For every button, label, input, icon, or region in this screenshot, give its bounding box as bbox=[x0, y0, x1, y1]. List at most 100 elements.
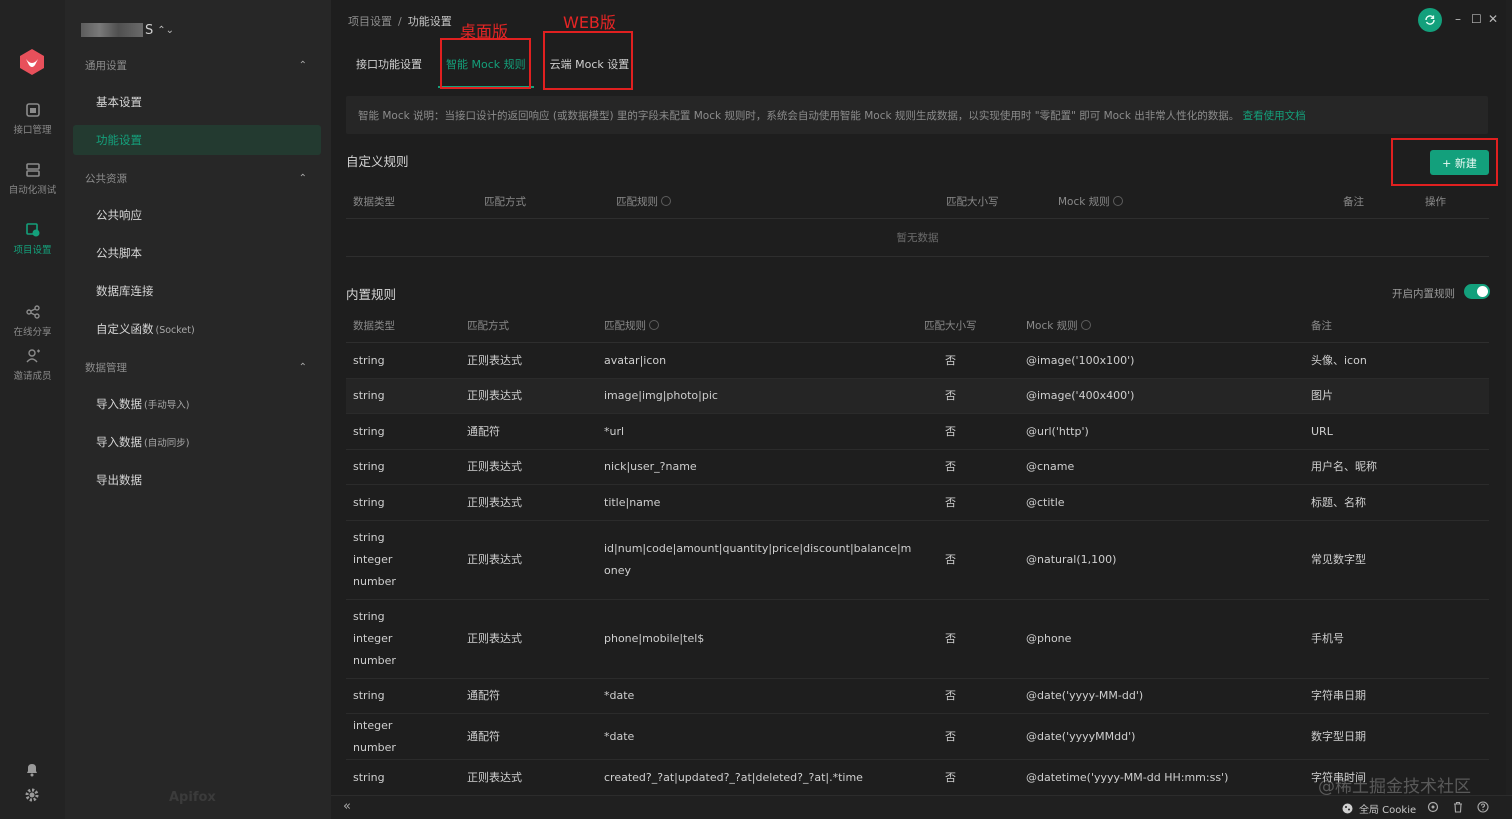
sidebar-item-export[interactable]: 导出数据 bbox=[73, 465, 321, 495]
cell-match-case: 否 bbox=[945, 553, 956, 566]
cell-match-method: 正则表达式 bbox=[467, 389, 522, 403]
scrollbar[interactable] bbox=[1506, 0, 1512, 795]
cell-match-method: 正则表达式 bbox=[467, 553, 522, 566]
cell-mock-rule: @natural(1,100) bbox=[1026, 553, 1117, 566]
sidebar-item-database[interactable]: 数据库连接 bbox=[73, 276, 321, 306]
switch-icon: ⌃⌄ bbox=[157, 24, 175, 36]
sidebar-item-custom-function[interactable]: 自定义函数 (Socket) bbox=[73, 314, 321, 344]
table-row[interactable]: string 通配符 *date 否 @date('yyyy-MM-dd') 字符串日期 bbox=[346, 679, 1489, 714]
table-row[interactable]: string 通配符 *url 否 @url('http') URL bbox=[346, 414, 1489, 450]
cell-note: 标题、名称 bbox=[1311, 495, 1366, 509]
cell-match-case: 否 bbox=[945, 770, 956, 784]
help-icon[interactable] bbox=[1477, 801, 1489, 813]
collapse-sidebar-button[interactable]: « bbox=[343, 799, 351, 814]
table-row[interactable]: string 正则表达式 title|name 否 @ctitle 标题、名称 bbox=[346, 485, 1489, 521]
docs-link[interactable]: 查看使用文档 bbox=[1243, 110, 1306, 122]
rail-label-project-settings: 项目设置 bbox=[13, 245, 52, 256]
gear-icon[interactable] bbox=[24, 787, 40, 803]
cell-data-type: string bbox=[353, 610, 385, 623]
cell-mock-rule: @url('http') bbox=[1026, 424, 1089, 438]
settings-sidebar: S ⌃⌄ 通用设置 ⌃ 基本设置 功能设置 公共资源 ⌃ 公共响应 公共脚本 数… bbox=[65, 0, 331, 819]
cell-match-case: 否 bbox=[945, 389, 956, 403]
cell-data-type: string bbox=[353, 531, 385, 544]
cell-note: 数字型日期 bbox=[1311, 730, 1366, 743]
refresh-icon bbox=[1425, 15, 1435, 25]
help-icon[interactable] bbox=[649, 320, 659, 330]
sidebar-item-label: 导入数据 bbox=[96, 435, 142, 449]
cell-match-rule: nick|user_?name bbox=[604, 460, 697, 474]
section-general[interactable]: 通用设置 ⌃ bbox=[85, 58, 307, 73]
sidebar-item-public-script[interactable]: 公共脚本 bbox=[73, 238, 321, 268]
col-match-method: 匹配方式 bbox=[467, 320, 509, 332]
cell-data-type: integer bbox=[353, 632, 393, 645]
cell-data-type: integer bbox=[353, 719, 393, 732]
cell-data-type: string bbox=[353, 460, 385, 474]
project-switcher[interactable]: S ⌃⌄ bbox=[81, 20, 174, 40]
sidebar-item-public-response[interactable]: 公共响应 bbox=[73, 200, 321, 230]
status-bar: « 全局 Cookie bbox=[331, 795, 1512, 819]
custom-rules-table: 数据类型 匹配方式 匹配规则 匹配大小写 Mock 规则 备注 操作 暂无数据 bbox=[346, 183, 1489, 257]
cell-match-rule: oney bbox=[604, 564, 631, 577]
cell-match-method: 通配符 bbox=[467, 689, 500, 703]
cell-match-method: 正则表达式 bbox=[467, 495, 522, 509]
cell-match-case: 否 bbox=[945, 353, 956, 367]
rail-item-share[interactable]: 在线分享 bbox=[0, 304, 65, 338]
annotation-box-web bbox=[543, 31, 633, 90]
cell-match-case: 否 bbox=[945, 689, 956, 703]
col-actions: 操作 bbox=[1425, 196, 1446, 208]
location-icon[interactable] bbox=[1427, 801, 1439, 813]
help-icon[interactable] bbox=[661, 196, 671, 206]
sidebar-item-import-manual[interactable]: 导入数据 (手动导入) bbox=[73, 389, 321, 419]
table-row[interactable]: integer number 通配符 *date 否 @date('yyyyMMdd') 数… bbox=[346, 714, 1489, 760]
help-icon[interactable] bbox=[1112, 196, 1123, 206]
global-cookie-button[interactable]: 全局 Cookie bbox=[1342, 801, 1416, 816]
breadcrumb: 项目设置 / 功能设置 bbox=[348, 13, 452, 29]
cell-data-type: integer bbox=[353, 553, 393, 566]
cell-mock-rule: @image('100x100') bbox=[1026, 353, 1135, 367]
cell-match-case: 否 bbox=[945, 730, 956, 743]
table-row[interactable]: string integer number 正则表达式 id|num|code|amou… bbox=[346, 521, 1489, 600]
bell-icon[interactable] bbox=[24, 761, 40, 777]
cell-match-method: 正则表达式 bbox=[467, 770, 522, 784]
api-icon bbox=[25, 103, 40, 117]
table-row[interactable]: string integer number 正则表达式 phone|mobile|tel… bbox=[346, 600, 1489, 679]
breadcrumb-separator: / bbox=[398, 15, 402, 28]
sidebar-item-sublabel: (自动同步) bbox=[144, 438, 190, 449]
tab-api-features[interactable]: 接口功能设置 bbox=[348, 48, 430, 88]
table-row[interactable]: string 正则表达式 nick|user_?name 否 @cname 用户名、昵称 bbox=[346, 450, 1489, 485]
cell-data-type: number bbox=[353, 741, 396, 754]
section-public-resources[interactable]: 公共资源 ⌃ bbox=[85, 171, 307, 186]
automation-icon bbox=[25, 163, 40, 177]
rail-item-invite[interactable]: 邀请成员 bbox=[0, 348, 65, 382]
cookie-icon bbox=[1342, 803, 1353, 814]
smart-mock-notice: 智能 Mock 说明：当接口设计的返回响应 (或数据模型) 里的字段未配置 Mo… bbox=[346, 96, 1488, 134]
sync-button[interactable] bbox=[1418, 8, 1442, 32]
annotation-box-new bbox=[1391, 138, 1498, 186]
table-row[interactable]: string 正则表达式 image|img|photo|pic 否 @image('4… bbox=[346, 378, 1489, 414]
custom-rules-title: 自定义规则 bbox=[346, 154, 409, 169]
col-label: 匹配规则 bbox=[604, 320, 646, 332]
help-icon[interactable] bbox=[1080, 320, 1091, 330]
rail-item-api[interactable]: 接口管理 bbox=[0, 102, 65, 136]
table-row[interactable]: string 正则表达式 avatar|icon 否 @image('100x100')… bbox=[346, 343, 1489, 379]
cell-match-rule: image|img|photo|pic bbox=[604, 389, 718, 403]
cell-mock-rule: @phone bbox=[1026, 632, 1072, 645]
sidebar-item-sublabel: (Socket) bbox=[155, 325, 195, 336]
chevron-up-icon: ⌃ bbox=[298, 173, 307, 184]
breadcrumb-item[interactable]: 项目设置 bbox=[348, 15, 392, 28]
builtin-rules-toggle[interactable] bbox=[1464, 284, 1490, 299]
trash-icon[interactable] bbox=[1452, 801, 1464, 813]
invite-icon bbox=[25, 349, 40, 363]
minimize-button[interactable]: – bbox=[1455, 12, 1461, 26]
col-data-type: 数据类型 bbox=[353, 320, 395, 332]
rail-item-project-settings[interactable]: 项目设置 bbox=[0, 222, 65, 256]
sidebar-item-basic-settings[interactable]: 基本设置 bbox=[73, 87, 321, 117]
rail-item-automation[interactable]: 自动化测试 bbox=[0, 162, 65, 196]
sidebar-item-import-auto[interactable]: 导入数据 (自动同步) bbox=[73, 427, 321, 457]
maximize-button[interactable]: ☐ bbox=[1471, 12, 1482, 26]
col-label: Mock 规则 bbox=[1058, 196, 1110, 208]
cell-match-case: 否 bbox=[945, 495, 956, 509]
section-data-management[interactable]: 数据管理 ⌃ bbox=[85, 360, 307, 375]
close-button[interactable]: ✕ bbox=[1488, 12, 1498, 26]
sidebar-item-feature-settings[interactable]: 功能设置 bbox=[73, 125, 321, 155]
